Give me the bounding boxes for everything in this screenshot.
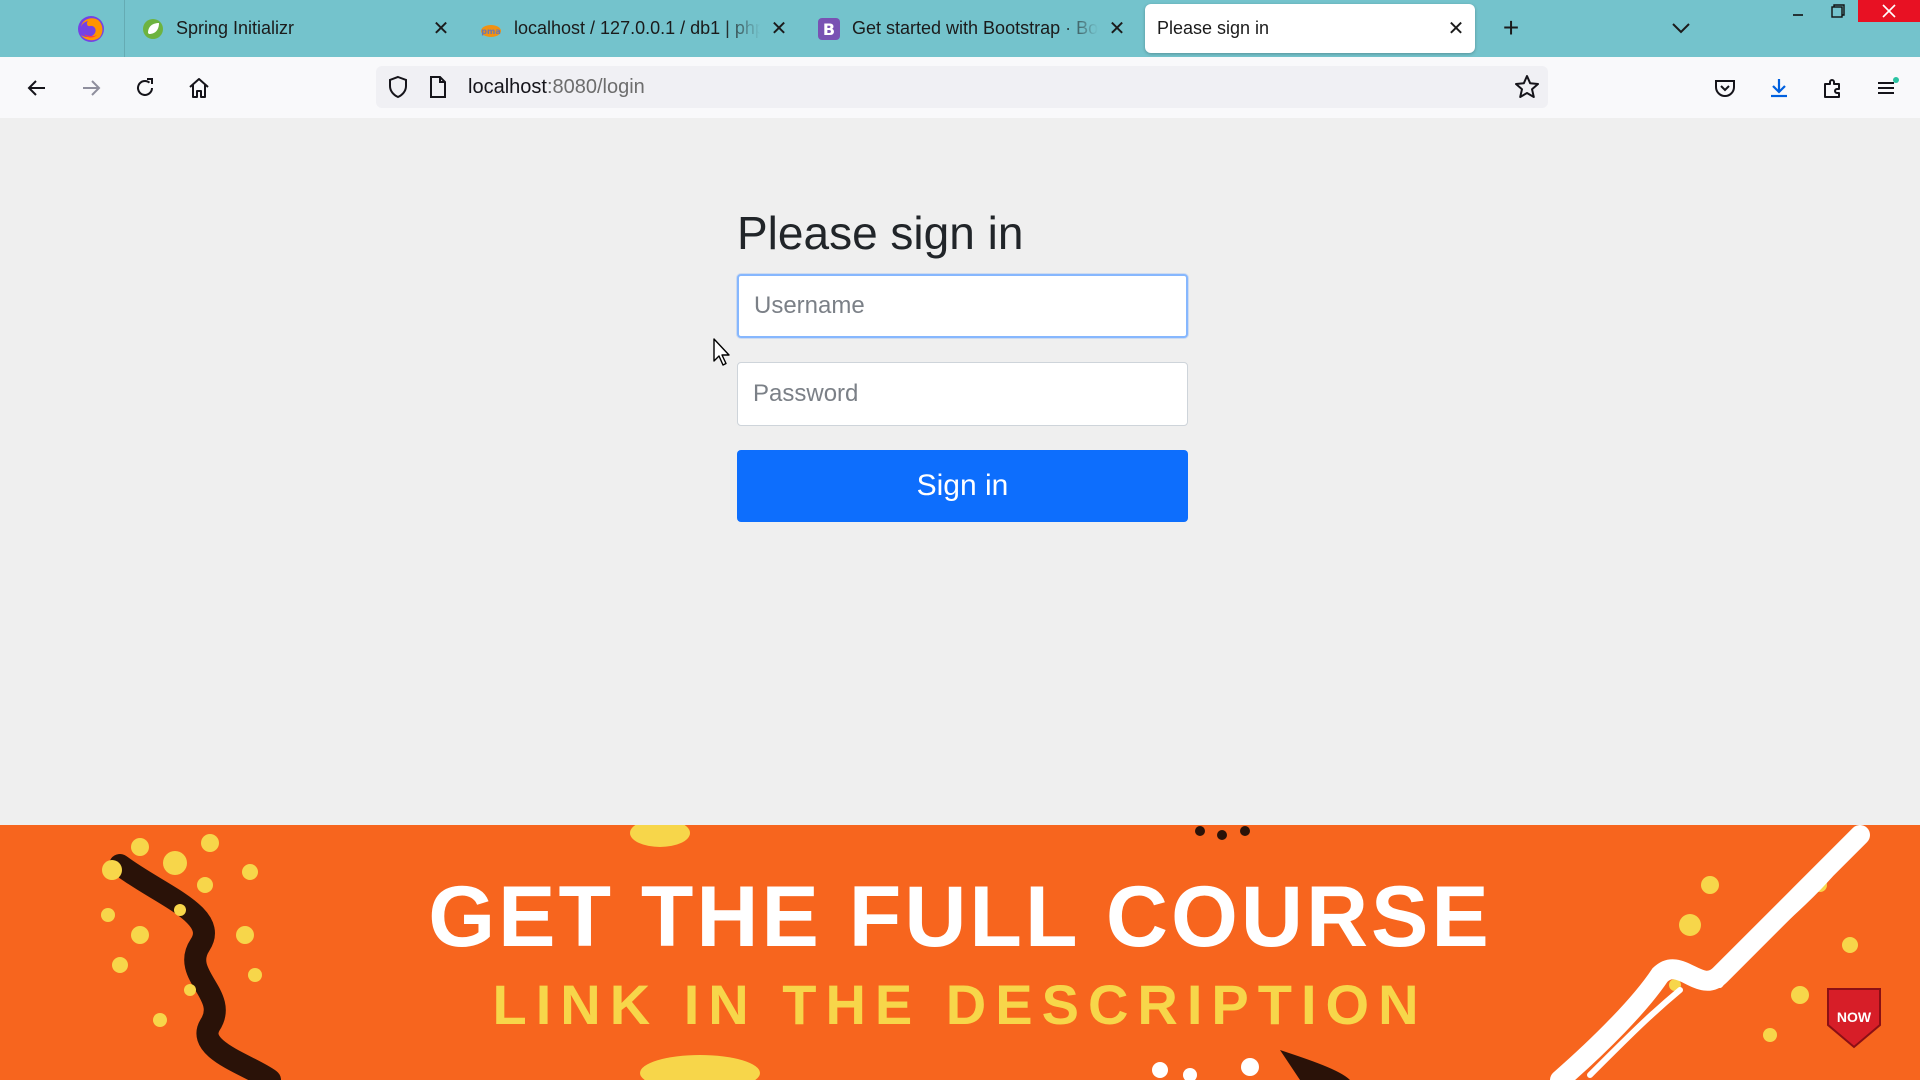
spring-leaf-icon — [142, 18, 164, 40]
sign-in-heading: Please sign in — [737, 207, 1024, 259]
address-bar[interactable]: localhost:8080/login — [376, 66, 1548, 108]
list-all-tabs-button[interactable] — [1665, 12, 1697, 44]
close-window-button[interactable] — [1858, 0, 1920, 22]
downloads-button[interactable] — [1762, 71, 1796, 105]
tab-strip: Spring Initializr ✕ pma localhost / 127.… — [0, 0, 1920, 57]
extensions-button[interactable] — [1816, 71, 1850, 105]
pocket-icon — [1715, 80, 1735, 97]
phpmyadmin-icon: pma — [480, 18, 502, 40]
maximize-window-button[interactable] — [1816, 0, 1860, 22]
tab-title: Get started with Bootstrap · Bootstrap — [852, 18, 1098, 38]
url-text[interactable]: localhost:8080/login — [468, 76, 645, 99]
arrow-left-icon — [27, 80, 45, 96]
tab-title: Please sign in — [1157, 18, 1270, 38]
forward-button[interactable] — [74, 71, 108, 105]
sign-in-button[interactable]: Sign in — [737, 450, 1188, 522]
reload-button[interactable] — [128, 71, 162, 105]
minimize-icon — [1793, 14, 1803, 16]
username-input[interactable] — [737, 274, 1188, 338]
back-button[interactable] — [20, 71, 54, 105]
url-host: localhost — [468, 76, 547, 98]
close-tab-icon[interactable]: ✕ — [1106, 18, 1128, 40]
url-path: :8080/login — [546, 76, 645, 98]
tab-title: localhost / 127.0.0.1 / db1 | phpMyAdmin — [514, 18, 760, 38]
password-input[interactable] — [737, 362, 1188, 426]
page-content: Please sign in Sign in — [0, 118, 1920, 825]
tab-title: Spring Initializr — [176, 18, 295, 38]
close-icon — [1882, 4, 1896, 18]
firefox-icon[interactable] — [76, 14, 106, 44]
restore-icon — [1831, 4, 1845, 18]
puzzle-piece-icon — [1824, 79, 1840, 98]
shield-icon[interactable] — [386, 75, 410, 99]
subscribe-badge[interactable]: NOW — [1826, 985, 1882, 1049]
tab-spring-initializr[interactable]: Spring Initializr ✕ — [142, 4, 452, 53]
download-icon — [1771, 79, 1787, 98]
bootstrap-icon: B — [818, 17, 840, 40]
mouse-pointer-icon — [713, 338, 730, 366]
reload-icon — [137, 78, 153, 96]
app-menu-button[interactable] — [1870, 71, 1904, 105]
close-tab-icon[interactable]: ✕ — [1445, 18, 1467, 40]
minimize-window-button[interactable] — [1776, 0, 1820, 22]
tab-bootstrap[interactable]: B Get started with Bootstrap · Bootstrap… — [818, 4, 1128, 53]
banner-subline: LINK IN THE DESCRIPTION — [492, 973, 1428, 1036]
page-info-icon[interactable] — [428, 76, 448, 98]
navigation-toolbar: localhost:8080/login — [0, 57, 1920, 119]
tab-separator — [124, 0, 125, 57]
subscribe-badge-text: NOW — [1836, 1009, 1872, 1025]
promo-banner: GET THE FULL COURSE LINK IN THE DESCRIPT… — [0, 825, 1920, 1080]
hamburger-menu-icon — [1878, 77, 1899, 94]
pocket-button[interactable] — [1708, 71, 1742, 105]
close-tab-icon[interactable]: ✕ — [768, 18, 790, 40]
sign-in-form: Please sign in Sign in — [737, 206, 1188, 522]
chevron-down-icon — [1672, 23, 1690, 34]
home-button[interactable] — [182, 71, 216, 105]
star-icon[interactable] — [1514, 74, 1540, 100]
tab-phpmyadmin[interactable]: pma localhost / 127.0.0.1 / db1 | phpMyA… — [480, 4, 790, 53]
arrow-right-icon — [83, 80, 101, 96]
new-tab-button[interactable]: + — [1495, 12, 1527, 44]
home-icon — [189, 78, 209, 98]
svg-text:pma: pma — [481, 27, 500, 36]
close-tab-icon[interactable]: ✕ — [430, 18, 452, 40]
tab-please-sign-in[interactable]: Please sign in ✕ — [1145, 4, 1475, 53]
banner-headline: GET THE FULL COURSE — [428, 869, 1492, 965]
svg-text:B: B — [823, 20, 835, 39]
